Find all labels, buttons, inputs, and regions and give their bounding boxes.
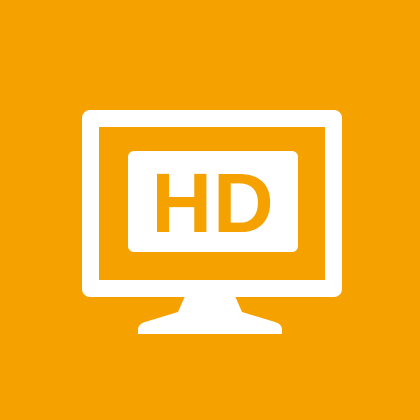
app-tile[interactable]: HD (0, 0, 420, 420)
monitor-screen: HD (99, 127, 325, 280)
hd-label: HD (151, 155, 275, 250)
hd-badge: HD (128, 151, 298, 252)
monitor-icon: HD (82, 110, 342, 297)
